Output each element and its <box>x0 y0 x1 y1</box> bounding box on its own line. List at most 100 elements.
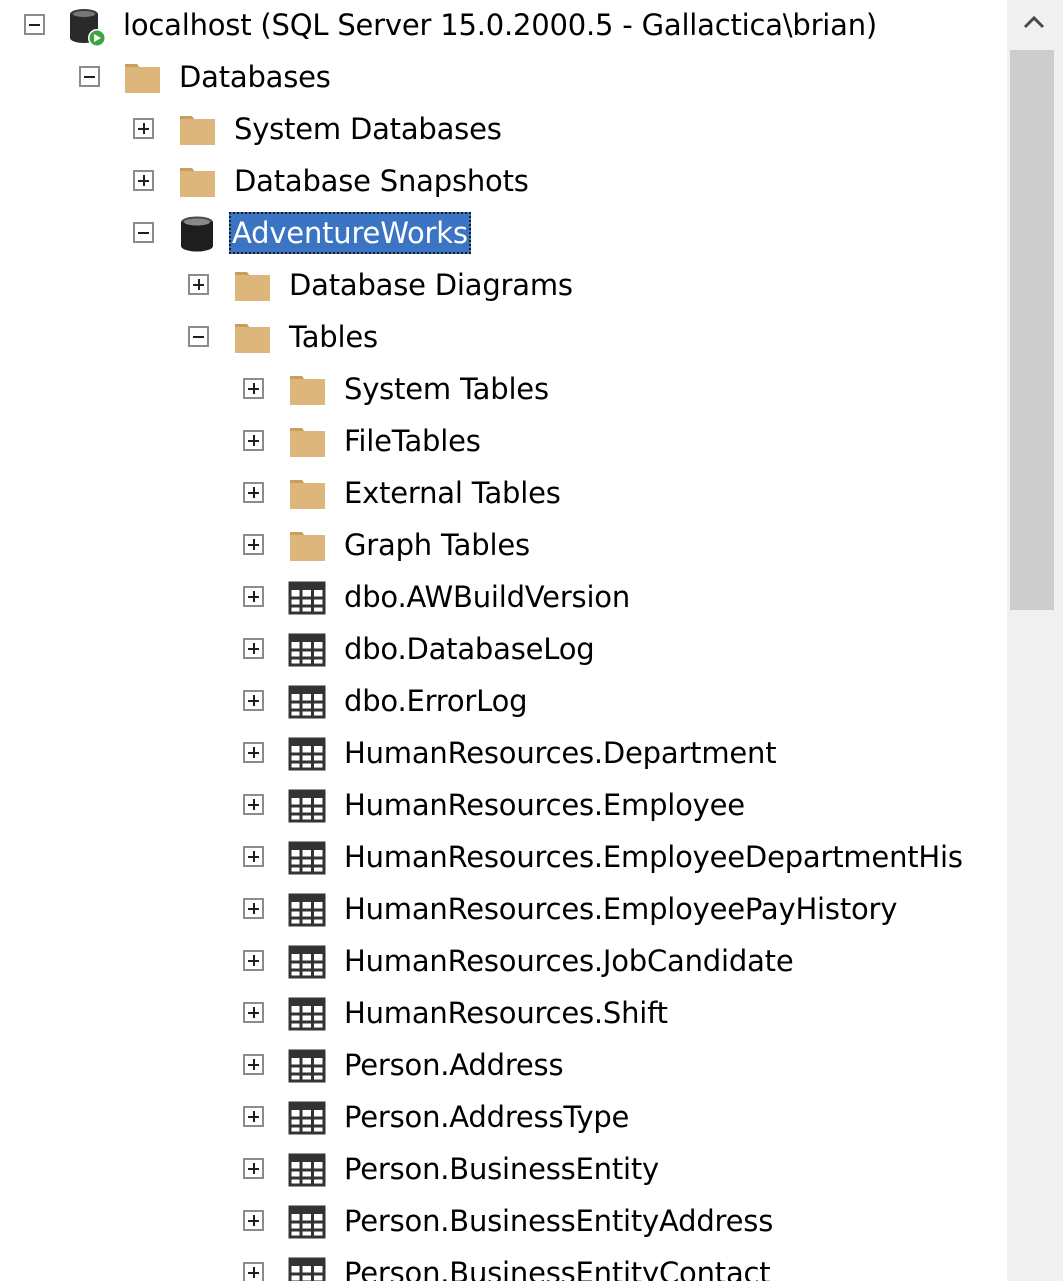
tree-node-system-tables[interactable]: System Tables <box>0 364 1007 416</box>
expand-toggle[interactable] <box>243 794 264 815</box>
tree-node-label[interactable]: External Tables <box>341 472 564 514</box>
tree-node-table[interactable]: Person.AddressType <box>0 1092 1007 1144</box>
collapse-toggle[interactable] <box>133 222 154 243</box>
tree-node-label-selected[interactable]: AdventureWorks <box>229 212 471 254</box>
tree-node-table[interactable]: HumanResources.Department <box>0 728 1007 780</box>
folder-icon <box>287 422 327 462</box>
folder-icon <box>287 474 327 514</box>
expand-toggle[interactable] <box>243 586 264 607</box>
tree-node-label[interactable]: Person.AddressType <box>341 1096 632 1138</box>
expand-toggle[interactable] <box>243 742 264 763</box>
expand-toggle[interactable] <box>188 274 209 295</box>
expand-toggle[interactable] <box>243 430 264 451</box>
table-icon <box>287 786 327 826</box>
tree-node-label[interactable]: Tables <box>286 316 381 358</box>
tree-node-label[interactable]: Graph Tables <box>341 524 533 566</box>
expand-toggle[interactable] <box>243 638 264 659</box>
tree-node-database-snapshots[interactable]: Database Snapshots <box>0 156 1007 208</box>
tree-node-label[interactable]: System Databases <box>231 108 505 150</box>
folder-icon <box>232 266 272 306</box>
tree-node-table[interactable]: HumanResources.JobCandidate <box>0 936 1007 988</box>
expand-toggle[interactable] <box>243 950 264 971</box>
tree-node-label[interactable]: dbo.DatabaseLog <box>341 628 597 670</box>
tree-node-label[interactable]: dbo.ErrorLog <box>341 680 530 722</box>
tree-node-table[interactable]: HumanResources.Shift <box>0 988 1007 1040</box>
table-icon <box>287 1202 327 1242</box>
server-icon <box>66 6 106 47</box>
database-icon <box>177 214 217 254</box>
expand-toggle[interactable] <box>243 1002 264 1023</box>
table-icon <box>287 1046 327 1086</box>
tree-node-label[interactable]: Person.Address <box>341 1044 566 1086</box>
tree-node-label[interactable]: Person.BusinessEntityAddress <box>341 1200 776 1242</box>
tree-node-label[interactable]: Databases <box>176 56 334 98</box>
expand-toggle[interactable] <box>243 534 264 555</box>
table-icon <box>287 942 327 982</box>
collapse-toggle[interactable] <box>79 66 100 87</box>
tree-node-label[interactable]: Person.BusinessEntityContact <box>341 1252 773 1281</box>
table-icon <box>287 1254 327 1281</box>
tree-node-graph-tables[interactable]: Graph Tables <box>0 520 1007 572</box>
table-icon <box>287 838 327 878</box>
expand-toggle[interactable] <box>243 690 264 711</box>
tree-node-label[interactable]: Database Snapshots <box>231 160 532 202</box>
expand-toggle[interactable] <box>243 1210 264 1231</box>
table-icon <box>287 578 327 618</box>
expand-toggle[interactable] <box>243 378 264 399</box>
folder-icon <box>177 110 217 150</box>
tree-node-label[interactable]: HumanResources.Department <box>341 732 779 774</box>
tree-node-label[interactable]: dbo.AWBuildVersion <box>341 576 633 618</box>
collapse-toggle[interactable] <box>188 326 209 347</box>
tree-node-label[interactable]: System Tables <box>341 368 552 410</box>
table-icon <box>287 734 327 774</box>
tree-node-databases[interactable]: Databases <box>0 52 1007 104</box>
expand-toggle[interactable] <box>243 482 264 503</box>
tree-node-adventureworks[interactable]: AdventureWorks <box>0 208 1007 260</box>
table-icon <box>287 994 327 1034</box>
tree-node-table[interactable]: HumanResources.Employee <box>0 780 1007 832</box>
expand-toggle[interactable] <box>243 1106 264 1127</box>
tree-node-server[interactable]: localhost (SQL Server 15.0.2000.5 - Gall… <box>0 0 1007 52</box>
expand-toggle[interactable] <box>243 846 264 867</box>
folder-icon <box>232 318 272 358</box>
tree-node-table[interactable]: dbo.ErrorLog <box>0 676 1007 728</box>
table-icon <box>287 630 327 670</box>
tree-node-filetables[interactable]: FileTables <box>0 416 1007 468</box>
tree-node-label[interactable]: localhost (SQL Server 15.0.2000.5 - Gall… <box>120 4 880 46</box>
table-icon <box>287 1098 327 1138</box>
expand-toggle[interactable] <box>243 1054 264 1075</box>
vertical-scrollbar[interactable] <box>1007 0 1063 1281</box>
tree-node-label[interactable]: HumanResources.EmployeePayHistory <box>341 888 900 930</box>
tree-node-table[interactable]: Person.BusinessEntityContact <box>0 1248 1007 1281</box>
expand-toggle[interactable] <box>243 1158 264 1179</box>
tree-node-table[interactable]: HumanResources.EmployeeDepartmentHis <box>0 832 1007 884</box>
tree-node-external-tables[interactable]: External Tables <box>0 468 1007 520</box>
expand-toggle[interactable] <box>133 170 154 191</box>
tree-node-table[interactable]: Person.BusinessEntity <box>0 1144 1007 1196</box>
tree-node-system-databases[interactable]: System Databases <box>0 104 1007 156</box>
object-explorer-tree[interactable]: localhost (SQL Server 15.0.2000.5 - Gall… <box>0 0 1007 1281</box>
tree-node-label[interactable]: HumanResources.Employee <box>341 784 748 826</box>
folder-icon <box>122 58 162 98</box>
expand-toggle[interactable] <box>133 118 154 139</box>
tree-node-label[interactable]: HumanResources.EmployeeDepartmentHis <box>341 836 966 878</box>
tree-node-table[interactable]: Person.Address <box>0 1040 1007 1092</box>
tree-node-table[interactable]: Person.BusinessEntityAddress <box>0 1196 1007 1248</box>
table-icon <box>287 682 327 722</box>
scroll-thumb[interactable] <box>1010 50 1054 610</box>
tree-node-label[interactable]: Person.BusinessEntity <box>341 1148 662 1190</box>
collapse-toggle[interactable] <box>24 14 45 35</box>
tree-node-database-diagrams[interactable]: Database Diagrams <box>0 260 1007 312</box>
tree-node-table[interactable]: HumanResources.EmployeePayHistory <box>0 884 1007 936</box>
expand-toggle[interactable] <box>243 1262 264 1281</box>
table-icon <box>287 1150 327 1190</box>
tree-node-label[interactable]: Database Diagrams <box>286 264 576 306</box>
tree-node-label[interactable]: FileTables <box>341 420 484 462</box>
tree-node-table[interactable]: dbo.DatabaseLog <box>0 624 1007 676</box>
scroll-up-button[interactable] <box>1007 0 1063 48</box>
tree-node-tables[interactable]: Tables <box>0 312 1007 364</box>
tree-node-label[interactable]: HumanResources.Shift <box>341 992 671 1034</box>
expand-toggle[interactable] <box>243 898 264 919</box>
tree-node-table[interactable]: dbo.AWBuildVersion <box>0 572 1007 624</box>
tree-node-label[interactable]: HumanResources.JobCandidate <box>341 940 796 982</box>
